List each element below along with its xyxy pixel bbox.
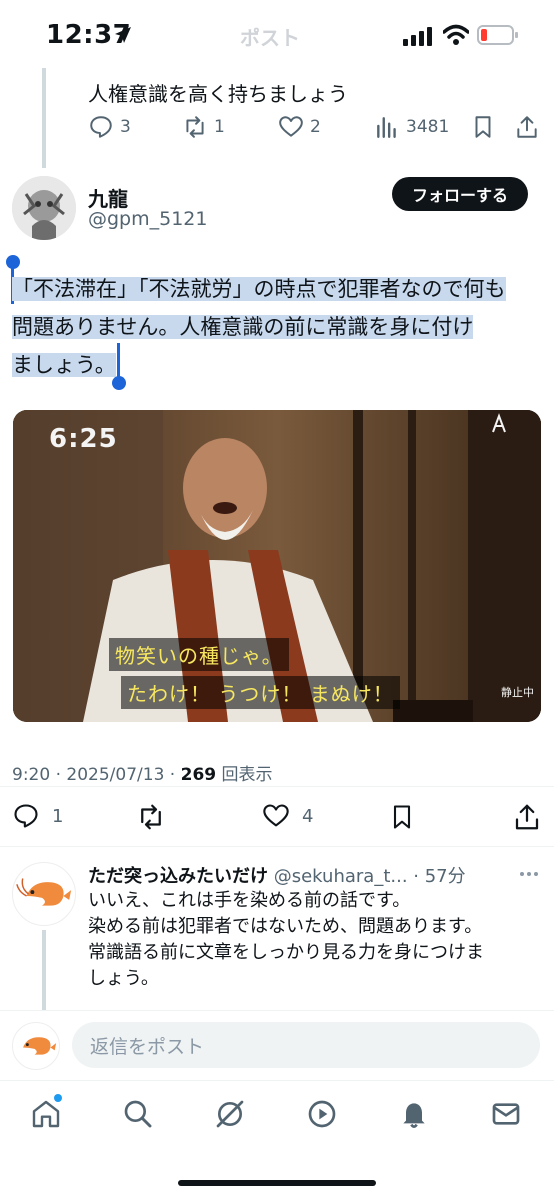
reply-input-placeholder: 返信をポスト <box>90 1035 205 1058</box>
wifi-icon <box>443 24 469 45</box>
heart-icon <box>279 116 303 137</box>
reply-age: 57分 <box>424 866 466 887</box>
like-count: 4 <box>302 805 314 827</box>
prev-post-text: 人権意識を高く持ちましょう <box>88 82 348 106</box>
prev-repost-count: 1 <box>214 117 225 137</box>
post-text-line-3: ましょう。 <box>12 353 116 377</box>
divider <box>0 846 554 847</box>
avatar-image <box>12 176 76 240</box>
divider <box>0 1080 554 1081</box>
post-text-line-2: 問題ありません。人権意識の前に常識を身に付け <box>12 315 474 339</box>
media-paused-label: 静止中 <box>501 686 534 699</box>
reply-icon <box>90 116 112 138</box>
follow-button[interactable]: フォローする <box>392 177 528 211</box>
post-body: 「不法滞在」「不法就労」の時点で犯罪者なので何も 問題ありません。人権意識の前に… <box>12 270 542 384</box>
video-icon[interactable] <box>306 1098 338 1130</box>
thread-line <box>42 68 46 168</box>
like-button[interactable]: 4 <box>262 802 313 830</box>
heart-icon <box>263 804 289 827</box>
prev-repost-button[interactable]: 1 <box>182 114 225 140</box>
reply-text-line-1: いいえ、これは手を染める前の話です。 <box>88 890 411 911</box>
broadcaster-logo-icon <box>492 413 506 433</box>
battery-low-icon <box>477 25 518 45</box>
post-date[interactable]: 2025/07/13 <box>66 765 164 785</box>
repost-icon[interactable] <box>136 802 166 832</box>
messages-icon[interactable] <box>490 1098 522 1130</box>
reply-header: ただ突っ込みたいだけ @sekuhara_t... · 57分 <box>88 866 466 887</box>
prev-views-button[interactable]: 3481 <box>374 114 449 140</box>
reply-button[interactable]: 1 <box>12 802 63 830</box>
repost-icon <box>186 116 204 138</box>
bookmark-icon[interactable] <box>388 802 416 832</box>
media-clock: 6:25 <box>49 424 118 454</box>
faded-header-title: ポスト <box>240 26 300 50</box>
home-indicator <box>178 1180 376 1186</box>
status-bar: 12:37 ポスト <box>0 0 554 68</box>
reply-thread-line <box>42 930 46 1010</box>
reply-text-line-4: しょう。 <box>88 968 159 989</box>
prev-reply-count: 3 <box>120 117 131 137</box>
reply-text-line-2: 染める前は犯罪者ではないため、問題あります。 <box>88 916 483 937</box>
reply-icon <box>14 804 38 828</box>
reply-author-name[interactable]: ただ突っ込みたいだけ <box>88 866 268 887</box>
prev-reply-button[interactable]: 3 <box>88 114 131 140</box>
media-subtitle-2: たわけ！ うつけ！ まぬけ！ <box>121 676 400 709</box>
prev-views-count: 3481 <box>406 117 450 137</box>
author-handle[interactable]: @gpm_5121 <box>88 208 207 230</box>
divider <box>0 1010 554 1011</box>
post-text-line-1: 「不法滞在」「不法就労」の時点で犯罪者なので何も <box>12 277 506 301</box>
post-time[interactable]: 9:20 <box>12 765 50 785</box>
reply-count: 1 <box>52 805 64 827</box>
composer-avatar[interactable] <box>12 1022 60 1070</box>
share-icon[interactable] <box>512 802 542 832</box>
shrimp-icon <box>23 1037 57 1055</box>
reply-text-line-3: 常識語る前に文章をしっかり見る力を身につけま <box>88 942 484 963</box>
reply-input[interactable]: 返信をポスト <box>72 1022 540 1068</box>
cellular-signal-icon <box>403 27 432 46</box>
search-icon[interactable] <box>122 1098 154 1130</box>
post-media-image[interactable]: 6:25 物笑いの種じゃ。 たわけ！ うつけ！ まぬけ！ 静止中 <box>13 410 541 722</box>
selection-end-handle[interactable] <box>112 376 126 390</box>
post-views-label: 回表示 <box>221 765 273 785</box>
shrimp-icon <box>16 878 72 906</box>
divider <box>0 786 554 787</box>
prev-like-button[interactable]: 2 <box>278 114 321 140</box>
post-views-count: 269 <box>180 765 217 785</box>
reply-avatar[interactable] <box>12 862 76 926</box>
prev-bookmark-icon[interactable] <box>470 114 496 140</box>
grok-icon[interactable] <box>214 1098 246 1130</box>
prev-like-count: 2 <box>310 117 321 137</box>
notifications-icon[interactable] <box>398 1098 430 1130</box>
location-arrow-icon <box>115 27 131 43</box>
reply-author-handle[interactable]: @sekuhara_t... <box>274 866 408 887</box>
post-meta: 9:20 · 2025/07/13 · 269 回表示 <box>12 765 273 785</box>
more-icon[interactable] <box>518 866 540 882</box>
author-avatar[interactable] <box>12 176 76 240</box>
home-notification-dot <box>54 1094 62 1102</box>
prev-share-icon[interactable] <box>514 114 540 140</box>
home-icon[interactable] <box>30 1098 62 1130</box>
reply-body: いいえ、これは手を染める前の話です。 染める前は犯罪者ではないため、問題あります… <box>88 888 538 992</box>
media-subtitle-1: 物笑いの種じゃ。 <box>109 638 289 671</box>
views-chart-icon <box>377 117 396 138</box>
